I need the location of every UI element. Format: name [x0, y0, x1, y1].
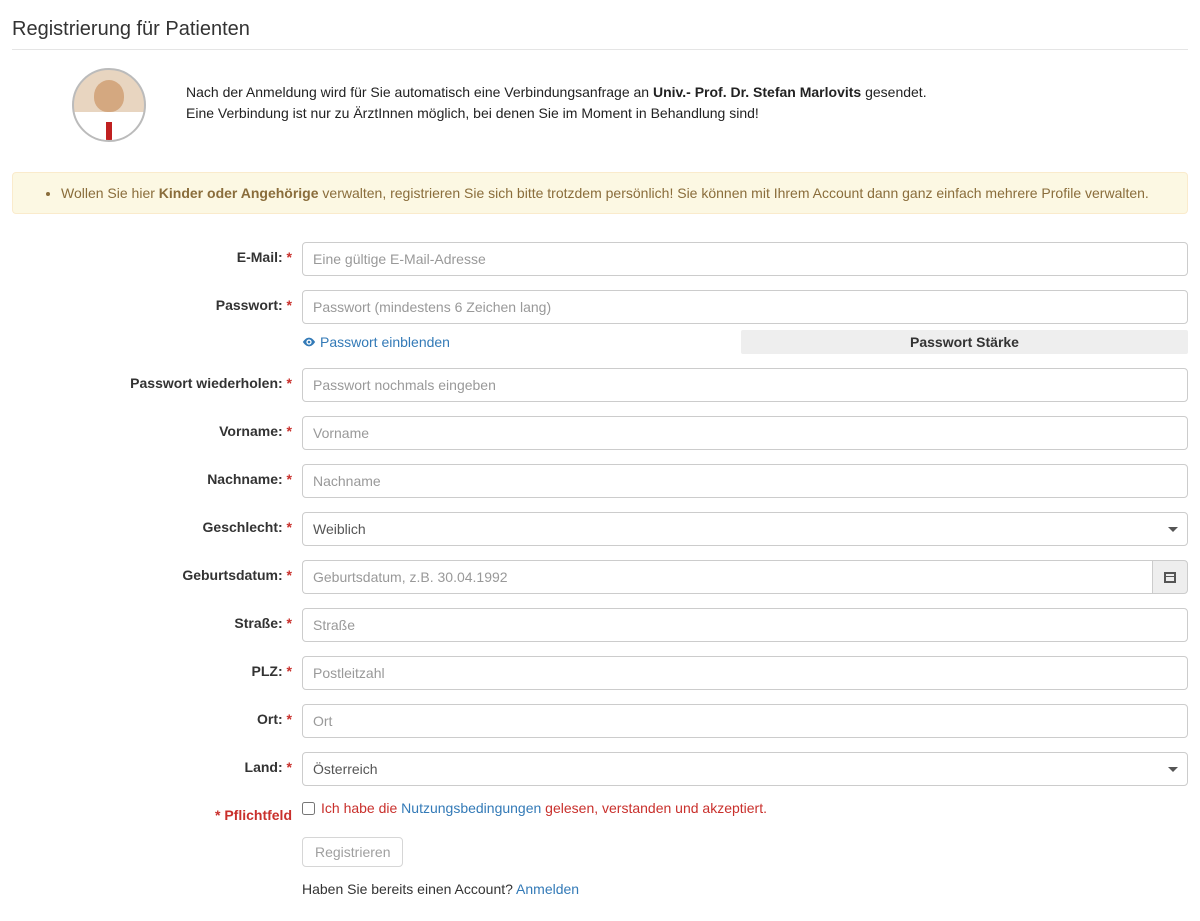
- registration-form: E-Mail: * Passwort: * Passwort einblende…: [12, 242, 1188, 897]
- street-field[interactable]: [302, 608, 1188, 642]
- password-toggle-text: Passwort einblenden: [320, 334, 450, 350]
- password-strength-label: Passwort Stärke: [741, 330, 1188, 354]
- eye-icon: [302, 335, 316, 349]
- lastname-field[interactable]: [302, 464, 1188, 498]
- label-country: Land: *: [12, 752, 302, 775]
- country-select[interactable]: Österreich: [302, 752, 1188, 786]
- terms-text: Ich habe die Nutzungsbedingungen gelesen…: [321, 800, 767, 816]
- intro-line1-pre: Nach der Anmeldung wird für Sie automati…: [186, 84, 653, 100]
- birthdate-field[interactable]: [302, 560, 1152, 594]
- intro-section: Nach der Anmeldung wird für Sie automati…: [12, 68, 1188, 142]
- label-lastname: Nachname: *: [12, 464, 302, 487]
- city-field[interactable]: [302, 704, 1188, 738]
- intro-text: Nach der Anmeldung wird für Sie automati…: [186, 68, 927, 124]
- tip-bold: Kinder oder Angehörige: [159, 185, 319, 201]
- tip-box: Wollen Sie hier Kinder oder Angehörige v…: [12, 172, 1188, 214]
- label-password: Passwort: *: [12, 290, 302, 313]
- email-field[interactable]: [302, 242, 1188, 276]
- password-toggle[interactable]: Passwort einblenden: [302, 330, 741, 354]
- password-repeat-field[interactable]: [302, 368, 1188, 402]
- login-link[interactable]: Anmelden: [516, 881, 579, 897]
- intro-line1-post: gesendet.: [861, 84, 926, 100]
- page-title: Registrierung für Patienten: [12, 10, 1188, 50]
- register-button[interactable]: Registrieren: [302, 837, 403, 867]
- label-email: E-Mail: *: [12, 242, 302, 265]
- gender-select[interactable]: Weiblich: [302, 512, 1188, 546]
- doctor-avatar: [72, 68, 146, 142]
- label-firstname: Vorname: *: [12, 416, 302, 439]
- label-city: Ort: *: [12, 704, 302, 727]
- login-line: Haben Sie bereits einen Account? Anmelde…: [302, 881, 1188, 897]
- label-street: Straße: *: [12, 608, 302, 631]
- calendar-button[interactable]: [1152, 560, 1188, 594]
- label-zip: PLZ: *: [12, 656, 302, 679]
- label-password2: Passwort wiederholen: *: [12, 368, 302, 391]
- firstname-field[interactable]: [302, 416, 1188, 450]
- terms-checkbox[interactable]: [302, 802, 315, 815]
- intro-line2: Eine Verbindung ist nur zu ÄrztInnen mög…: [186, 105, 759, 121]
- zip-field[interactable]: [302, 656, 1188, 690]
- doctor-name: Univ.- Prof. Dr. Stefan Marlovits: [653, 84, 861, 100]
- tip-pre: Wollen Sie hier: [61, 185, 159, 201]
- label-pflicht: * Pflichtfeld: [12, 800, 302, 823]
- password-field[interactable]: [302, 290, 1188, 324]
- label-gender: Geschlecht: *: [12, 512, 302, 535]
- calendar-icon: [1164, 572, 1176, 583]
- tip-post: verwalten, registrieren Sie sich bitte t…: [319, 185, 1149, 201]
- terms-link[interactable]: Nutzungsbedingungen: [401, 800, 541, 816]
- label-birthdate: Geburtsdatum: *: [12, 560, 302, 583]
- tip-item: Wollen Sie hier Kinder oder Angehörige v…: [61, 185, 1169, 201]
